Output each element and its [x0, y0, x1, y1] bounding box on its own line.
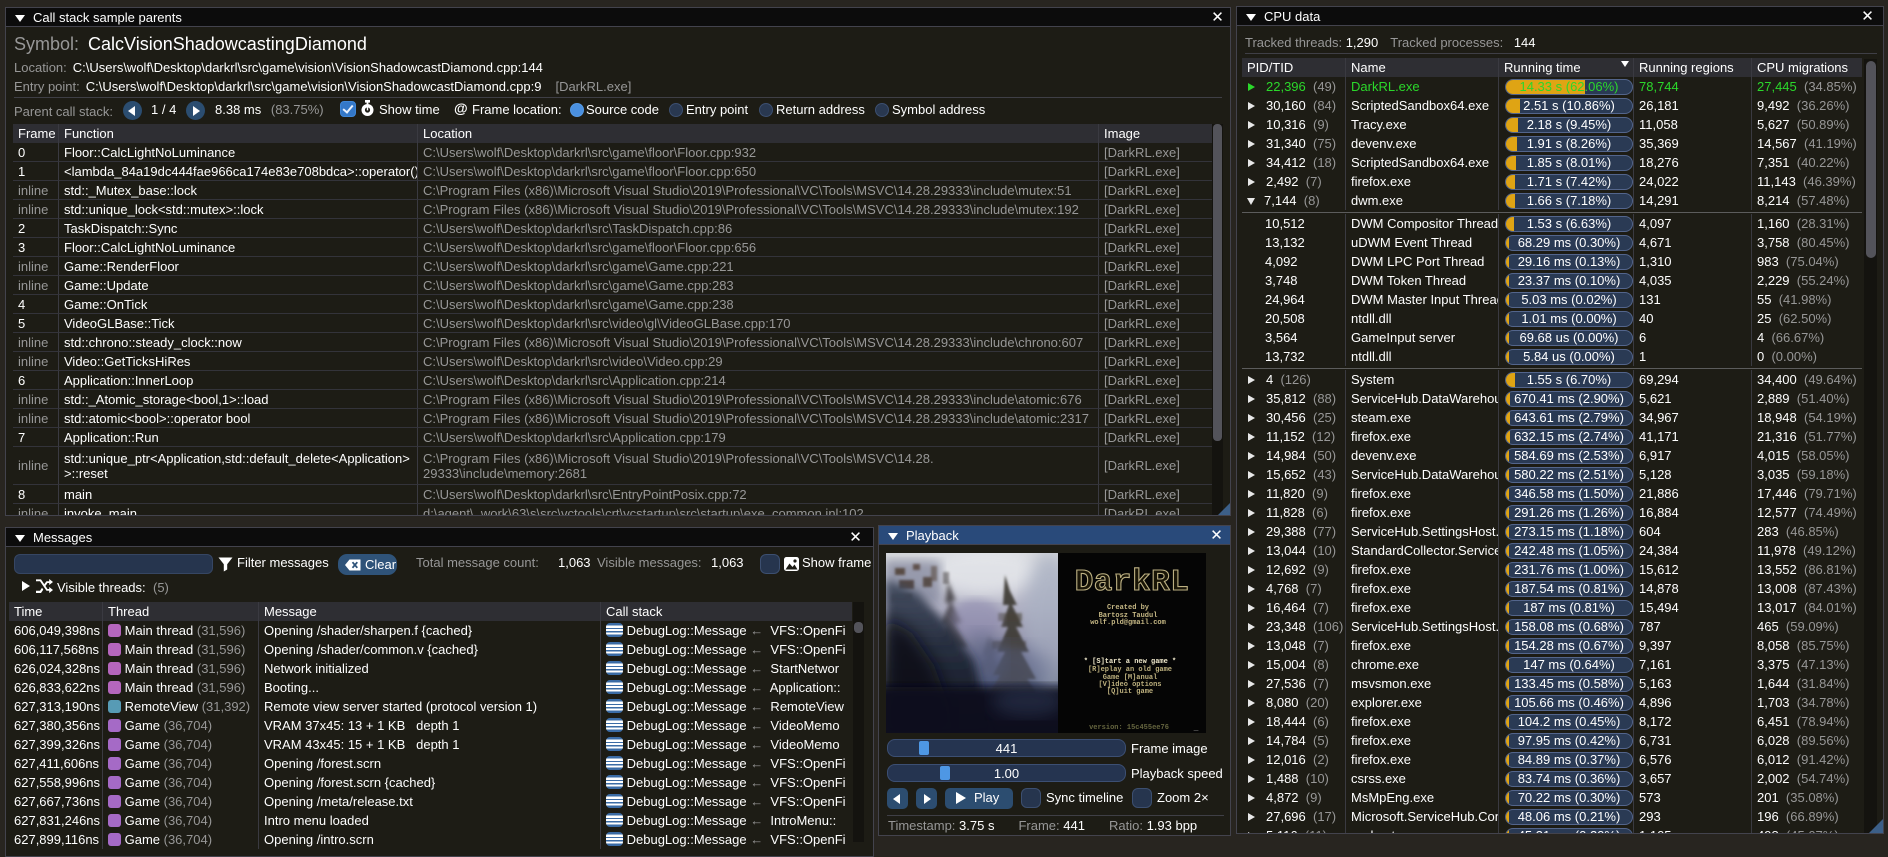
svg-text:[R]eplay an old game: [R]eplay an old game: [1088, 666, 1172, 674]
svg-text:version: 15c455ee76: version: 15c455ee76: [1089, 724, 1169, 732]
svg-text:wolf.pld@gmail.com: wolf.pld@gmail.com: [1090, 619, 1166, 627]
svg-text:* [S]tart a new game *: * [S]tart a new game *: [1084, 658, 1176, 666]
svg-text:_: _: [1193, 724, 1199, 733]
svg-text:DarkRL: DarkRL: [1075, 565, 1190, 600]
svg-text:Created by: Created by: [1107, 604, 1150, 612]
svg-text:[Q]uit game: [Q]uit game: [1107, 688, 1153, 696]
